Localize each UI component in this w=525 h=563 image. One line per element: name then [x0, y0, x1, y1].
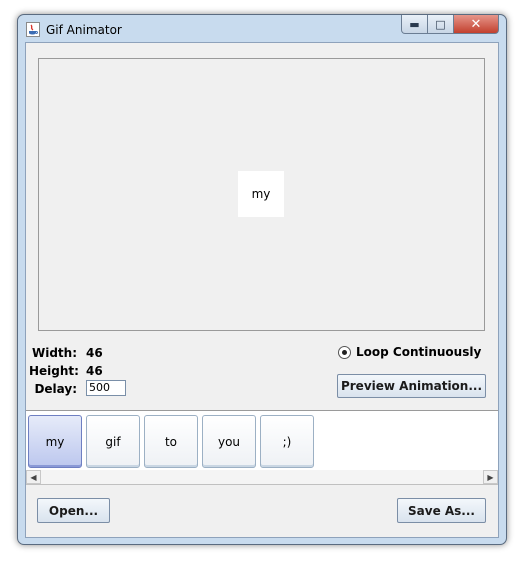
- scroll-right-button[interactable]: ▶: [483, 470, 498, 484]
- frame-thumbnail-2[interactable]: gif: [86, 415, 140, 468]
- window-controls: ▬ □ ✕: [401, 15, 499, 35]
- save-as-button[interactable]: Save As...: [397, 498, 486, 523]
- arrow-right-icon: ▶: [487, 472, 494, 482]
- frame-label: to: [164, 434, 178, 449]
- frame-thumbnail-5[interactable]: ;): [260, 415, 314, 468]
- maximize-icon: □: [435, 17, 446, 31]
- radio-button-icon: [338, 345, 351, 359]
- window-content: my Width: 46 Height: 46 Delay: 500 Loop …: [25, 42, 499, 538]
- loop-continuously-label: Loop Continuously: [356, 345, 482, 359]
- scroll-left-button[interactable]: ◀: [26, 470, 41, 484]
- arrow-left-icon: ◀: [30, 472, 37, 482]
- current-frame-image: my: [238, 171, 284, 217]
- height-value: 46: [86, 364, 103, 378]
- animation-preview-panel: my: [38, 58, 485, 331]
- frames-horizontal-scrollbar[interactable]: ◀ ▶: [26, 470, 498, 485]
- delay-label: Delay:: [34, 382, 77, 396]
- frame-label: ;): [282, 434, 292, 449]
- width-value: 46: [86, 346, 103, 360]
- height-label: Height:: [29, 364, 79, 378]
- frame-thumbnail-1[interactable]: my: [28, 415, 82, 468]
- app-window: Gif Animator ▬ □ ✕ my Width: 46 Height: …: [17, 14, 507, 545]
- frame-thumbnail-3[interactable]: to: [144, 415, 198, 468]
- title-bar[interactable]: Gif Animator ▬ □ ✕: [18, 15, 506, 41]
- open-button[interactable]: Open...: [37, 498, 110, 523]
- frames-strip: my gif to you ;): [26, 410, 498, 471]
- close-icon: ✕: [470, 16, 482, 32]
- maximize-button[interactable]: □: [428, 15, 454, 34]
- minimize-button[interactable]: ▬: [401, 15, 428, 34]
- frame-label: you: [217, 434, 241, 449]
- minimize-icon: ▬: [409, 17, 420, 31]
- frame-label: gif: [105, 434, 121, 449]
- close-button[interactable]: ✕: [454, 15, 499, 34]
- current-frame-text: my: [251, 187, 271, 201]
- java-cup-icon: [26, 22, 40, 37]
- frame-label: my: [45, 434, 65, 449]
- loop-continuously-radio[interactable]: Loop Continuously: [338, 345, 481, 359]
- preview-animation-button[interactable]: Preview Animation...: [337, 374, 486, 398]
- width-label: Width:: [31, 346, 77, 360]
- delay-input[interactable]: 500: [86, 380, 126, 396]
- frame-thumbnail-4[interactable]: you: [202, 415, 256, 468]
- window-title: Gif Animator: [46, 23, 122, 37]
